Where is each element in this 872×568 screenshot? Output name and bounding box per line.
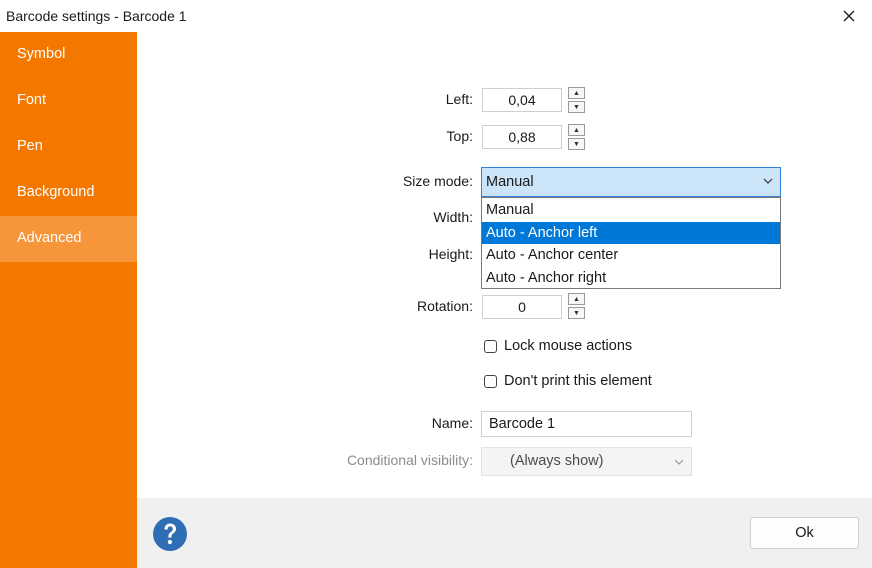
- size-mode-value: Manual: [486, 174, 534, 190]
- top-spinner: ▲ ▼: [568, 124, 585, 150]
- size-mode-dropdown: Manual Auto - Anchor left Auto - Anchor …: [481, 197, 781, 289]
- rotation-label: Rotation:: [416, 298, 473, 314]
- top-label: Top:: [446, 128, 473, 144]
- triangle-up-icon: ▲: [573, 126, 580, 134]
- sidebar-item-advanced[interactable]: Advanced: [0, 216, 137, 262]
- size-mode-option-anchor-right[interactable]: Auto - Anchor right: [482, 267, 780, 290]
- close-icon: [843, 10, 855, 22]
- dont-print-label: Don't print this element: [504, 373, 652, 389]
- title-bar: Barcode settings - Barcode 1: [0, 0, 872, 32]
- size-mode-option-anchor-center[interactable]: Auto - Anchor center: [482, 244, 780, 267]
- question-circle-icon[interactable]: [152, 516, 188, 552]
- sidebar-item-font[interactable]: Font: [0, 78, 137, 124]
- triangle-down-icon: ▼: [573, 140, 580, 148]
- top-spin-up-button[interactable]: ▲: [568, 124, 585, 136]
- size-mode-option-anchor-left[interactable]: Auto - Anchor left: [482, 221, 780, 244]
- name-input[interactable]: Barcode 1: [481, 411, 692, 437]
- triangle-up-icon: ▲: [573, 89, 580, 97]
- name-label: Name:: [431, 415, 473, 431]
- size-mode-option-manual[interactable]: Manual: [482, 199, 780, 222]
- close-button[interactable]: [826, 0, 872, 32]
- top-input[interactable]: 0,88: [482, 125, 562, 149]
- width-label: Width:: [433, 209, 473, 225]
- lock-mouse-label: Lock mouse actions: [504, 338, 633, 354]
- triangle-down-icon: ▼: [573, 309, 580, 317]
- rotation-input[interactable]: 0: [482, 295, 562, 319]
- rotation-spin-up-button[interactable]: ▲: [568, 293, 585, 305]
- rotation-spinner: ▲ ▼: [568, 293, 585, 319]
- left-spin-down-button[interactable]: ▼: [568, 101, 585, 113]
- ok-button[interactable]: Ok: [750, 517, 859, 549]
- rotation-spin-down-button[interactable]: ▼: [568, 307, 585, 319]
- left-input[interactable]: 0,04: [482, 88, 562, 112]
- top-spin-down-button[interactable]: ▼: [568, 138, 585, 150]
- sidebar-item-symbol[interactable]: Symbol: [0, 32, 137, 78]
- window-title: Barcode settings - Barcode 1: [6, 8, 187, 24]
- size-mode-label: Size mode:: [402, 173, 473, 189]
- chevron-down-icon: [674, 459, 684, 465]
- dont-print-checkbox[interactable]: Don't print this element: [484, 373, 652, 389]
- chevron-down-icon: [763, 178, 773, 184]
- left-label: Left:: [445, 91, 473, 107]
- checkbox-box: [484, 374, 497, 388]
- sidebar-item-background[interactable]: Background: [0, 170, 137, 216]
- triangle-up-icon: ▲: [573, 295, 580, 303]
- size-mode-select[interactable]: Manual: [481, 167, 781, 197]
- conditional-visibility-value: (Always show): [510, 453, 604, 469]
- conditional-visibility-label: Conditional visibility:: [346, 452, 473, 468]
- sidebar-item-pen[interactable]: Pen: [0, 124, 137, 170]
- left-spinner: ▲ ▼: [568, 87, 585, 113]
- checkbox-box: [484, 339, 497, 353]
- triangle-down-icon: ▼: [573, 103, 580, 111]
- lock-mouse-checkbox[interactable]: Lock mouse actions: [484, 338, 632, 354]
- sidebar: Symbol Font Pen Background Advanced: [0, 32, 137, 568]
- conditional-visibility-select: (Always show): [481, 447, 692, 476]
- height-label: Height:: [428, 246, 473, 262]
- left-spin-up-button[interactable]: ▲: [568, 87, 585, 99]
